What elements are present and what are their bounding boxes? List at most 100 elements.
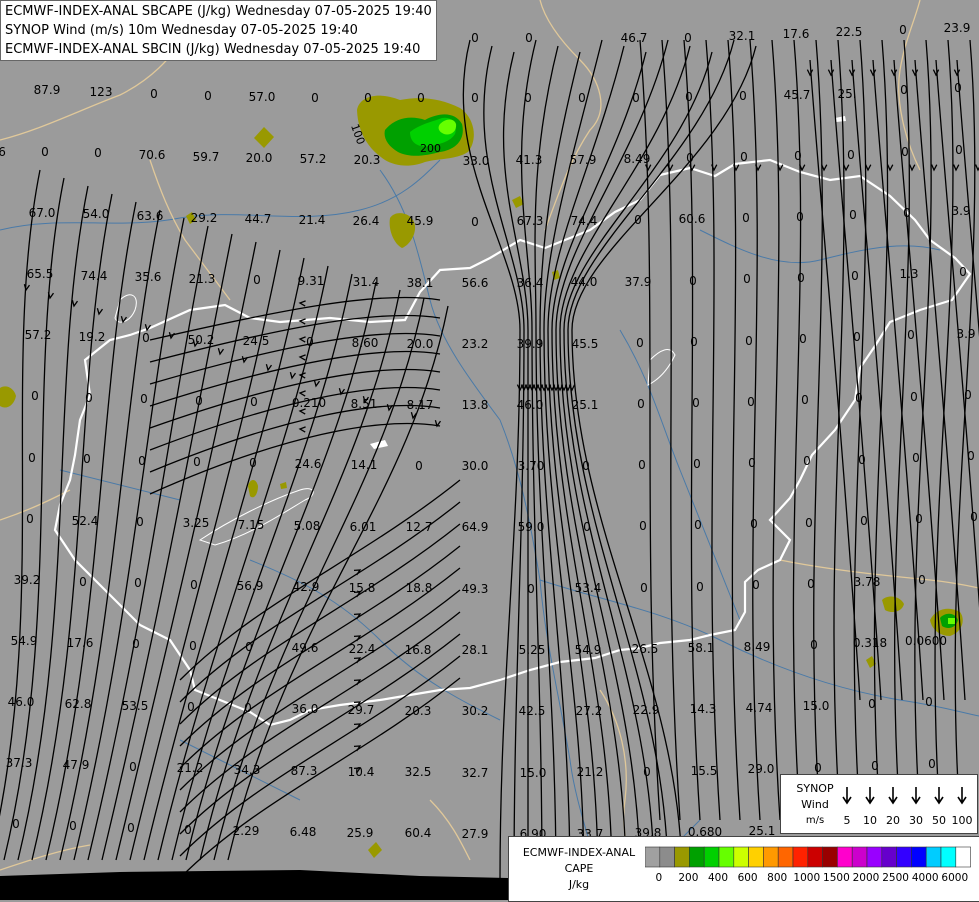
- sbcin-value: 47.9: [63, 758, 90, 772]
- sbcin-value: 0: [692, 396, 700, 410]
- cape-legend-title-line2: CAPE: [564, 862, 594, 875]
- cape-legend-swatch: [792, 846, 809, 868]
- sbcin-value: 0: [797, 271, 805, 285]
- sbcin-value: 22.9: [633, 703, 660, 717]
- sbcin-value: 14.1: [351, 458, 378, 472]
- wind-arrow-icon: [911, 787, 921, 805]
- sbcin-value: 0: [868, 697, 876, 711]
- sbcin-value: 30.0: [462, 459, 489, 473]
- sbcin-value: 65.5: [27, 267, 54, 281]
- sbcin-value: 0: [803, 454, 811, 468]
- sbcin-value: 0: [810, 638, 818, 652]
- sbcin-value: 0: [187, 700, 195, 714]
- cape-legend-swatch: [837, 846, 853, 868]
- sbcin-value: 0: [847, 148, 855, 162]
- sbcin-value: 0: [684, 31, 692, 45]
- cape-legend-swatch: [925, 846, 942, 868]
- sbcin-value: 0: [739, 89, 747, 103]
- sbcin-value: 0: [632, 91, 640, 105]
- sbcin-value: 0: [85, 391, 93, 405]
- cape-legend-label: 4000: [912, 872, 939, 884]
- cape-legend-swatch: [955, 846, 971, 868]
- cape-legend-swatch: [807, 846, 823, 868]
- sbcin-value: 0: [578, 91, 586, 105]
- sbcin-value: 8.49: [744, 640, 771, 654]
- sbcin-value: 0: [471, 91, 479, 105]
- sbcin-value: 0: [31, 389, 39, 403]
- sbcin-value: 3.9: [951, 204, 970, 218]
- sbcin-value: 8.60: [352, 336, 379, 350]
- sbcin-value: 63.6: [137, 209, 164, 223]
- sbcin-value: 53.5: [122, 699, 149, 713]
- sbcin-value: 60.6: [679, 212, 706, 226]
- sbcin-value: 0: [417, 91, 425, 105]
- cape-legend-swatch: [703, 846, 720, 868]
- sbcin-value: 22.5: [836, 25, 863, 39]
- sbcin-value: 0: [694, 518, 702, 532]
- sbcin-value: 6: [0, 145, 6, 159]
- sbcin-value: 0: [250, 395, 258, 409]
- sbcin-value: 62.8: [65, 697, 92, 711]
- sbcin-value: 0: [527, 582, 535, 596]
- cape-legend-swatch: [896, 846, 912, 868]
- cape-legend-label: 2500: [882, 872, 909, 884]
- sbcin-value: 13.8: [462, 398, 489, 412]
- sbcin-value: 0: [524, 91, 532, 105]
- sbcin-value: 0: [799, 332, 807, 346]
- cape-legend-swatch: [645, 846, 661, 868]
- sbcin-value: 0: [306, 335, 314, 349]
- sbcin-value: 74.4: [81, 269, 108, 283]
- sbcin-value: 67.0: [29, 206, 56, 220]
- sbcape-title: ECMWF-INDEX-ANAL SBCAPE (J/kg) Wednesday…: [5, 4, 432, 19]
- sbcin-value: 0: [805, 516, 813, 530]
- sbcin-value: 0: [855, 391, 863, 405]
- cape-legend-swatch: [718, 846, 735, 868]
- sbcin-value: 0: [910, 390, 918, 404]
- sbcin-value: 0.0600: [905, 634, 947, 648]
- sbcin-value: 0: [750, 517, 758, 531]
- sbcin-value: 0: [849, 208, 857, 222]
- sbcin-value: 37.3: [6, 756, 33, 770]
- sbcin-value: 54.9: [11, 634, 38, 648]
- sbcin-value: 0: [901, 145, 909, 159]
- sbcin-value: 23.2: [462, 337, 489, 351]
- sbcin-value: 0: [138, 454, 146, 468]
- map-title-box: ECMWF-INDEX-ANAL SBCAPE (J/kg) Wednesday…: [0, 0, 437, 61]
- sbcin-value: 16.8: [405, 643, 432, 657]
- sbcin-value: 0: [638, 458, 646, 472]
- sbcin-value: 0: [685, 90, 693, 104]
- cape-legend-swatch: [763, 846, 779, 868]
- sbcin-value: 56.6: [462, 276, 489, 290]
- sbcin-value: 14.3: [690, 702, 717, 716]
- sbcin-value: 0: [136, 515, 144, 529]
- sbcin-value: 0: [150, 87, 158, 101]
- sbcin-value: 0: [643, 765, 651, 779]
- cape-legend-label: 800: [767, 872, 787, 884]
- sbcin-value: 1.3: [899, 267, 918, 281]
- sbcin-value: 0: [745, 334, 753, 348]
- cape-legend-swatch: [777, 846, 794, 868]
- synop-wind-legend: SYNOP Wind m/s 5 10 20 30 50 100: [780, 774, 978, 834]
- sbcin-value: 15.0: [803, 699, 830, 713]
- sbcin-value: 3.9: [956, 327, 975, 341]
- sbcin-value: 12.7: [406, 520, 433, 534]
- wind-speed-label: 10: [863, 814, 877, 827]
- sbcin-value: 2.29: [233, 824, 260, 838]
- sbcin-value: 21.2: [177, 761, 204, 775]
- sbcin-value: 0: [964, 388, 972, 402]
- sbcin-value: 0: [851, 269, 859, 283]
- sbcin-value: 21.3: [189, 272, 216, 286]
- sbcin-value: 49.3: [462, 582, 489, 596]
- sbcin-value: 123: [90, 85, 113, 99]
- sbcin-value: 45.9: [407, 214, 434, 228]
- sbcin-value: 20.3: [354, 153, 381, 167]
- sbcin-value: 46.7: [621, 31, 648, 45]
- sbcin-value: 7.15: [238, 518, 265, 532]
- wind-speed-label: 30: [909, 814, 923, 827]
- sbcin-value: 0: [899, 23, 907, 37]
- sbcin-value: 0: [637, 397, 645, 411]
- cape-legend-title-line1: ECMWF-INDEX-ANAL: [522, 846, 636, 859]
- synop-legend-title-line1: SYNOP: [796, 782, 834, 795]
- sbcin-value: 25.1: [572, 398, 599, 412]
- sbcin-value: 30.2: [462, 704, 489, 718]
